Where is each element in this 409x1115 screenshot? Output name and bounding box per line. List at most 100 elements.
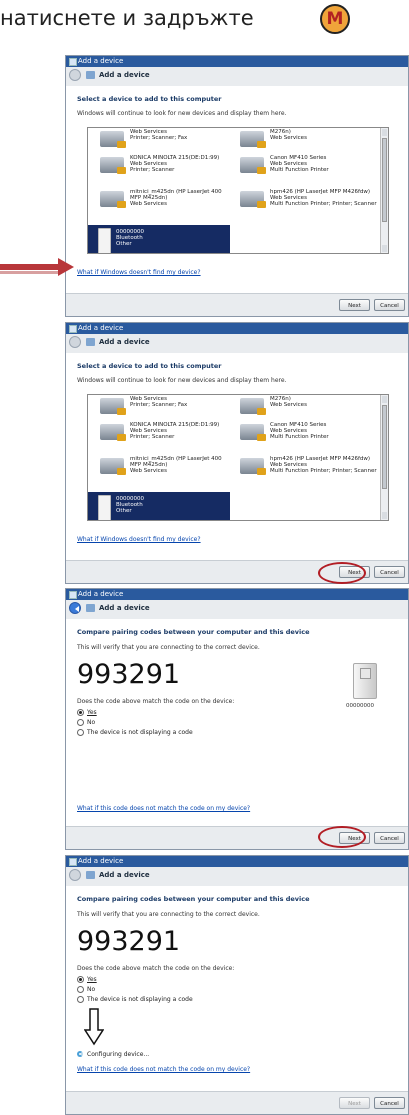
logo: M bbox=[320, 4, 350, 34]
device-list[interactable]: Web Services Printer; Scanner; Fax M276n)… bbox=[87, 127, 389, 254]
select-heading: Select a device to add to this computer bbox=[77, 362, 222, 370]
help-link[interactable]: What if this code does not match the cod… bbox=[77, 1066, 250, 1073]
help-link[interactable]: What if this code does not match the cod… bbox=[77, 805, 250, 812]
nav-row: Add a device bbox=[66, 867, 408, 885]
device-item[interactable]: KONICA MINOLTA 215(DE:D1:99) Web Services… bbox=[100, 154, 240, 178]
content-area: Compare pairing codes between your compu… bbox=[66, 619, 408, 827]
back-arrow-icon[interactable] bbox=[69, 69, 81, 81]
device-item[interactable]: mitnici_m425dn (HP LaserJet 400 MFP M425… bbox=[100, 455, 230, 489]
bluetooth-device-icon bbox=[98, 495, 111, 520]
add-device-icon bbox=[86, 871, 95, 879]
next-button[interactable]: Next bbox=[339, 299, 370, 311]
nav-title: Add a device bbox=[99, 71, 150, 79]
device-item[interactable]: M276n) Web Services bbox=[240, 128, 380, 152]
printer-icon bbox=[100, 191, 126, 208]
content-area: Compare pairing codes between your compu… bbox=[66, 886, 408, 1093]
nav-title: Add a device bbox=[99, 604, 150, 612]
radio-no[interactable]: No bbox=[77, 986, 95, 993]
next-button[interactable]: Next bbox=[339, 1097, 370, 1109]
back-arrow-icon[interactable] bbox=[69, 602, 81, 614]
compare-subtext: This will verify that you are connecting… bbox=[77, 644, 260, 651]
match-question: Does the code above match the code on th… bbox=[77, 965, 235, 972]
cancel-button[interactable]: Cancel bbox=[374, 299, 405, 311]
printer-icon bbox=[240, 458, 266, 475]
add-device-window-step1: Add a device Add a device Select a devic… bbox=[65, 55, 409, 317]
select-heading: Select a device to add to this computer bbox=[77, 95, 222, 103]
radio-yes[interactable]: Yes bbox=[77, 976, 97, 983]
logo-letter: M bbox=[326, 9, 344, 29]
window-icon bbox=[69, 858, 77, 866]
pointer-arrow bbox=[0, 258, 74, 276]
printer-icon bbox=[100, 131, 126, 148]
help-link[interactable]: What if Windows doesn't find my device? bbox=[77, 269, 201, 276]
bluetooth-device-icon bbox=[98, 228, 111, 253]
window-icon bbox=[69, 325, 77, 333]
selected-device-item[interactable]: 00000000 Bluetooth Other bbox=[88, 225, 230, 253]
footer: Next Cancel bbox=[66, 293, 408, 316]
content-area: Select a device to add to this computer … bbox=[66, 353, 408, 561]
printer-icon bbox=[240, 131, 266, 148]
device-item[interactable]: Canon MF410 Series Web Services Multi Func… bbox=[240, 154, 380, 178]
device-icon bbox=[353, 663, 377, 699]
printer-icon bbox=[240, 157, 266, 174]
title-bar: Add a device bbox=[66, 856, 408, 867]
device-item[interactable]: KONICA MINOLTA 215(DE:D1:99) Web Services… bbox=[100, 421, 240, 445]
add-device-window-step2: Add a device Add a device Select a devic… bbox=[65, 322, 409, 584]
add-device-window-step3: Add a device Add a device Compare pairin… bbox=[65, 588, 409, 850]
select-subtext: Windows will continue to look for new de… bbox=[77, 377, 287, 384]
add-device-icon bbox=[86, 604, 95, 612]
device-item[interactable]: M276n) Web Services bbox=[240, 395, 380, 419]
cancel-button[interactable]: Cancel bbox=[374, 1097, 405, 1109]
printer-icon bbox=[100, 157, 126, 174]
device-item[interactable]: mitnici_m425dn (HP LaserJet 400 MFP M425… bbox=[100, 188, 230, 222]
radio-no-code[interactable]: The device is not displaying a code bbox=[77, 996, 193, 1003]
progress-spinner-icon bbox=[77, 1051, 83, 1057]
device-item[interactable]: hpm426 (HP LaserJet MFP M426fdw) Web Serv… bbox=[240, 455, 382, 479]
match-question: Does the code above match the code on th… bbox=[77, 698, 235, 705]
device-list[interactable]: Web Services Printer; Scanner; Fax M276n)… bbox=[87, 394, 389, 521]
printer-icon bbox=[100, 424, 126, 441]
scrollbar[interactable] bbox=[380, 128, 388, 253]
scrollbar[interactable] bbox=[380, 395, 388, 520]
title-bar: Add a device bbox=[66, 589, 408, 600]
nav-row: Add a device bbox=[66, 334, 408, 352]
instruction-text: натиснете и задръжте bbox=[0, 6, 254, 30]
compare-subtext: This will verify that you are connecting… bbox=[77, 911, 260, 918]
pairing-code: 993291 bbox=[77, 659, 181, 690]
radio-no-code[interactable]: The device is not displaying a code bbox=[77, 729, 193, 736]
device-item[interactable]: Web Services Printer; Scanner; Fax bbox=[100, 395, 240, 419]
pairing-code: 993291 bbox=[77, 926, 181, 957]
printer-icon bbox=[240, 424, 266, 441]
title-bar: Add a device bbox=[66, 323, 408, 334]
printer-icon bbox=[240, 191, 266, 208]
compare-heading: Compare pairing codes between your compu… bbox=[77, 628, 310, 636]
printer-icon bbox=[240, 398, 266, 415]
printer-icon bbox=[100, 398, 126, 415]
footer: Next Cancel bbox=[66, 1091, 408, 1114]
nav-row: Add a device bbox=[66, 67, 408, 85]
radio-yes[interactable]: Yes bbox=[77, 709, 97, 716]
device-item[interactable]: Web Services Printer; Scanner; Fax bbox=[100, 128, 240, 152]
compare-heading: Compare pairing codes between your compu… bbox=[77, 895, 310, 903]
add-device-icon bbox=[86, 338, 95, 346]
add-device-window-step4: Add a device Add a device Compare pairin… bbox=[65, 855, 409, 1115]
nav-title: Add a device bbox=[99, 338, 150, 346]
highlight-circle bbox=[318, 562, 366, 584]
cancel-button[interactable]: Cancel bbox=[374, 832, 405, 844]
highlight-circle bbox=[318, 826, 366, 848]
title-bar: Add a device bbox=[66, 56, 408, 67]
cancel-button[interactable]: Cancel bbox=[374, 566, 405, 578]
back-arrow-icon[interactable] bbox=[69, 336, 81, 348]
selected-device-item[interactable]: 00000000 Bluetooth Other bbox=[88, 492, 230, 520]
nav-title: Add a device bbox=[99, 871, 150, 879]
device-item[interactable]: hpm426 (HP LaserJet MFP M426fdw) Web Serv… bbox=[240, 188, 382, 212]
device-item[interactable]: Canon MF410 Series Web Services Multi Func… bbox=[240, 421, 380, 445]
configuring-status: Configuring device... bbox=[87, 1051, 150, 1058]
nav-row: Add a device bbox=[66, 600, 408, 618]
down-arrow-icon bbox=[84, 1008, 104, 1046]
radio-no[interactable]: No bbox=[77, 719, 95, 726]
window-icon bbox=[69, 591, 77, 599]
help-link[interactable]: What if Windows doesn't find my device? bbox=[77, 536, 201, 543]
add-device-icon bbox=[86, 71, 95, 79]
back-arrow-icon[interactable] bbox=[69, 869, 81, 881]
